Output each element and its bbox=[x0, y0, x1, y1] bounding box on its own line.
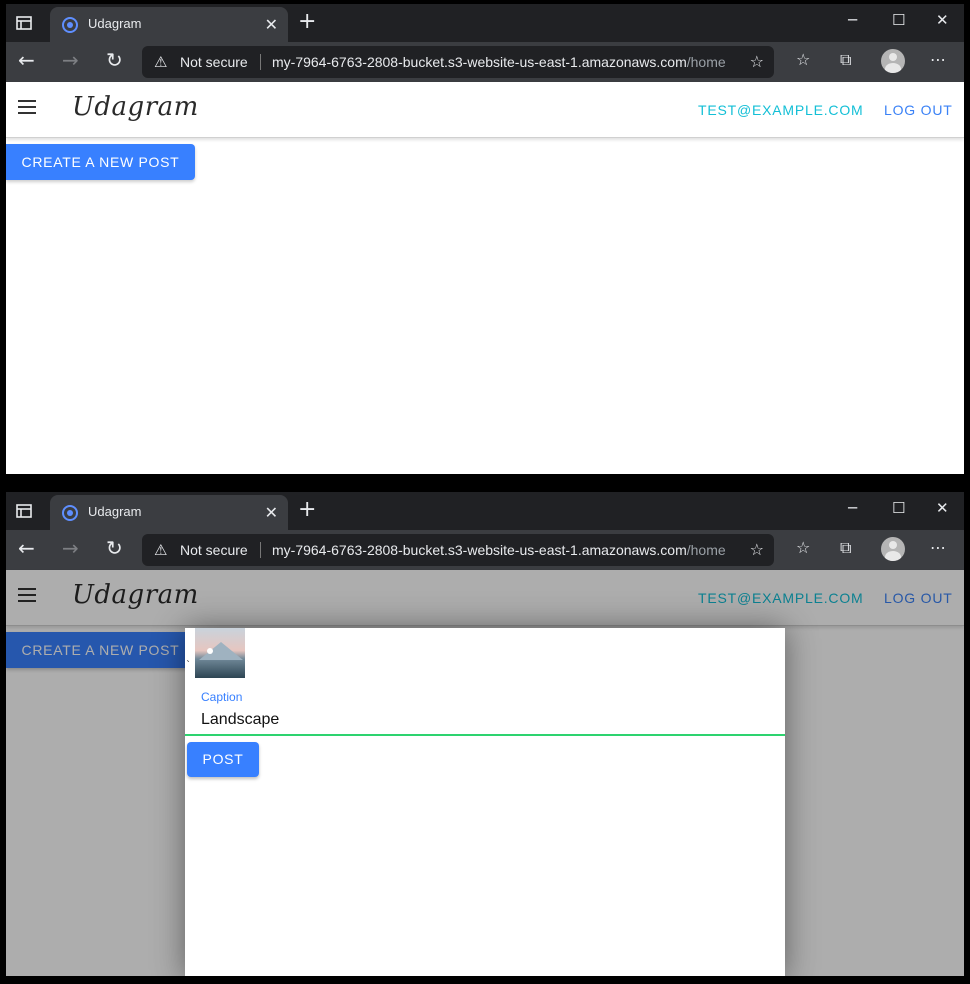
collections-icon[interactable]: ⧉ bbox=[840, 50, 851, 70]
refresh-icon[interactable]: ↻ bbox=[106, 48, 123, 72]
stray-character: ` bbox=[186, 660, 191, 671]
image-preview bbox=[195, 628, 245, 678]
back-icon[interactable]: ← bbox=[18, 48, 35, 72]
new-tab-button[interactable]: + bbox=[298, 497, 316, 522]
app-logo: Udagram bbox=[72, 92, 199, 122]
caption-input[interactable] bbox=[185, 706, 785, 736]
url-path: /home bbox=[686, 54, 726, 70]
browser-toolbar: ← → ↻ ⚠ Not secure my-7964-6763-2808-buc… bbox=[6, 42, 964, 82]
more-icon[interactable]: ⋯ bbox=[930, 538, 946, 557]
app-header: Udagram TEST@EXAMPLE.COM LOG OUT bbox=[6, 82, 964, 138]
caption-label: Caption bbox=[201, 690, 243, 704]
close-window-button[interactable]: ✕ bbox=[936, 499, 949, 517]
url-path: /home bbox=[686, 542, 726, 558]
address-bar[interactable]: ⚠ Not secure my-7964-6763-2808-bucket.s3… bbox=[142, 534, 774, 566]
favorites-icon[interactable]: ☆ bbox=[796, 538, 810, 557]
warning-icon[interactable]: ⚠ bbox=[154, 53, 167, 71]
profile-icon[interactable] bbox=[881, 49, 905, 73]
close-window-button[interactable]: ✕ bbox=[936, 11, 949, 29]
minimize-button[interactable]: ─ bbox=[848, 11, 857, 29]
tab-actions-icon[interactable] bbox=[14, 13, 34, 33]
favicon-icon bbox=[62, 505, 78, 521]
tab-actions-icon[interactable] bbox=[14, 501, 34, 521]
security-label[interactable]: Not secure bbox=[180, 54, 248, 70]
collections-icon[interactable]: ⧉ bbox=[840, 538, 851, 558]
address-divider bbox=[260, 54, 261, 70]
add-favorite-icon[interactable]: ☆ bbox=[750, 540, 764, 559]
post-button[interactable]: POST bbox=[187, 742, 259, 777]
url-text[interactable]: my-7964-6763-2808-bucket.s3-website-us-e… bbox=[272, 542, 726, 558]
profile-icon[interactable] bbox=[881, 537, 905, 561]
tab-title: Udagram bbox=[88, 504, 142, 519]
minimize-button[interactable]: ─ bbox=[848, 499, 857, 517]
menu-icon[interactable] bbox=[18, 100, 36, 114]
url-host: my-7964-6763-2808-bucket.s3-website-us-e… bbox=[272, 54, 687, 70]
tab-title: Udagram bbox=[88, 16, 142, 31]
browser-tab[interactable]: Udagram ✕ bbox=[50, 7, 288, 42]
user-email-link[interactable]: TEST@EXAMPLE.COM bbox=[698, 102, 863, 118]
add-favorite-icon[interactable]: ☆ bbox=[750, 52, 764, 71]
url-text[interactable]: my-7964-6763-2808-bucket.s3-website-us-e… bbox=[272, 54, 726, 70]
address-bar[interactable]: ⚠ Not secure my-7964-6763-2808-bucket.s3… bbox=[142, 46, 774, 78]
favorites-icon[interactable]: ☆ bbox=[796, 50, 810, 69]
tab-close-icon[interactable]: ✕ bbox=[265, 503, 278, 522]
forward-icon[interactable]: → bbox=[62, 536, 79, 560]
new-tab-button[interactable]: + bbox=[298, 9, 316, 34]
title-bar: Udagram ✕ + ─ ☐ ✕ bbox=[6, 4, 964, 42]
tab-close-icon[interactable]: ✕ bbox=[265, 15, 278, 34]
new-post-modal: ` Caption POST bbox=[185, 628, 785, 976]
browser-window-1: Udagram ✕ + ─ ☐ ✕ ← → ↻ ⚠ Not secure my-… bbox=[2, 4, 968, 478]
forward-icon[interactable]: → bbox=[62, 48, 79, 72]
maximize-button[interactable]: ☐ bbox=[892, 11, 905, 29]
title-bar: Udagram ✕ + ─ ☐ ✕ bbox=[6, 492, 964, 530]
address-divider bbox=[260, 542, 261, 558]
refresh-icon[interactable]: ↻ bbox=[106, 536, 123, 560]
page-content: Udagram TEST@EXAMPLE.COM LOG OUT CREATE … bbox=[6, 570, 964, 976]
warning-icon[interactable]: ⚠ bbox=[154, 541, 167, 559]
create-post-button[interactable]: CREATE A NEW POST bbox=[6, 144, 195, 180]
favicon-icon bbox=[62, 17, 78, 33]
maximize-button[interactable]: ☐ bbox=[892, 499, 905, 517]
more-icon[interactable]: ⋯ bbox=[930, 50, 946, 69]
url-host: my-7964-6763-2808-bucket.s3-website-us-e… bbox=[272, 542, 687, 558]
browser-window-2: Udagram ✕ + ─ ☐ ✕ ← → ↻ ⚠ Not secure my-… bbox=[2, 492, 968, 980]
browser-tab[interactable]: Udagram ✕ bbox=[50, 495, 288, 530]
security-label[interactable]: Not secure bbox=[180, 542, 248, 558]
page-content: Udagram TEST@EXAMPLE.COM LOG OUT CREATE … bbox=[6, 82, 964, 474]
browser-toolbar: ← → ↻ ⚠ Not secure my-7964-6763-2808-buc… bbox=[6, 530, 964, 570]
back-icon[interactable]: ← bbox=[18, 536, 35, 560]
moon-shape bbox=[207, 648, 213, 654]
logout-button[interactable]: LOG OUT bbox=[884, 102, 953, 118]
mountain-shape bbox=[199, 642, 243, 660]
